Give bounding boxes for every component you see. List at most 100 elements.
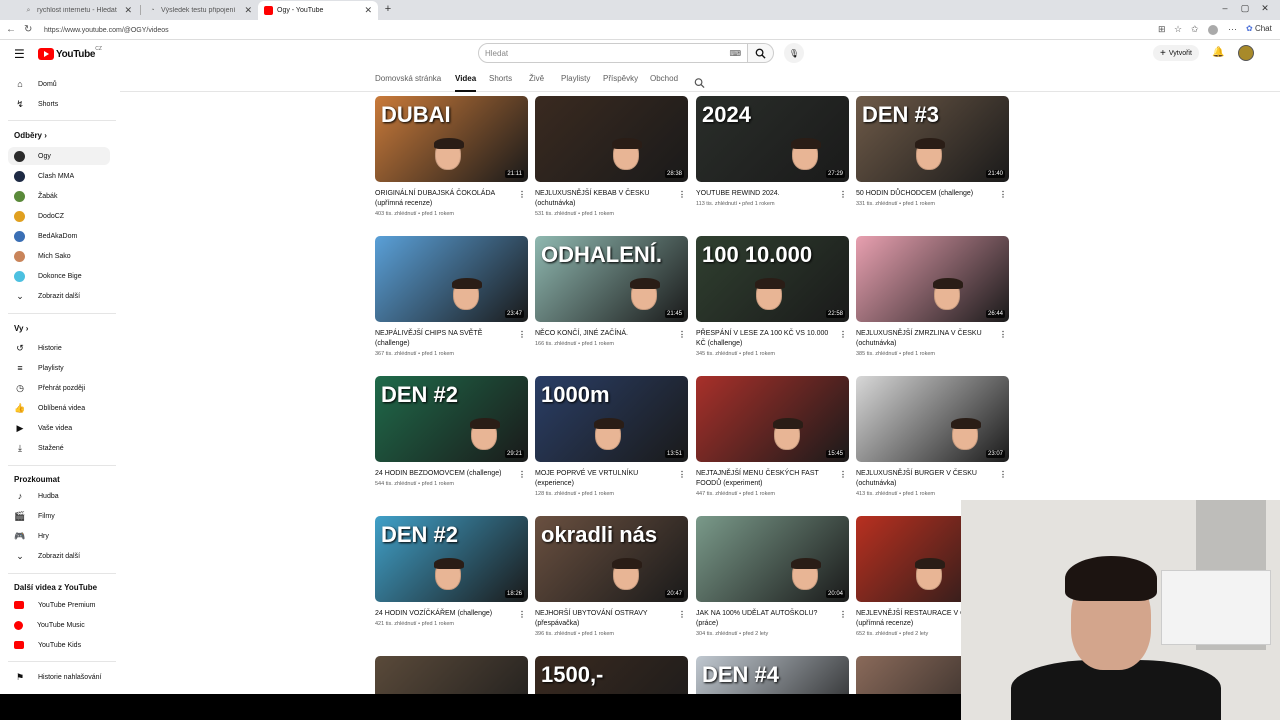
- menu-icon[interactable]: ☰: [14, 48, 25, 60]
- chat-button[interactable]: ✿ Chat: [1246, 24, 1272, 33]
- video-title[interactable]: MOJE POPRVÉ VE VRTULNÍKU (experience): [535, 469, 688, 489]
- search-input[interactable]: Hledat ⌨: [478, 43, 748, 63]
- tab-store[interactable]: Obchod: [650, 74, 678, 92]
- video-title[interactable]: NEJTAJNĚJŠÍ MENU ČESKÝCH FAST FOODŮ (exp…: [696, 469, 849, 489]
- video-thumbnail[interactable]: 1000m 13:51: [535, 376, 688, 462]
- sidebar-channel-mich-sako[interactable]: Mich Sako: [8, 247, 110, 265]
- sidebar-item-watch-later[interactable]: ◷ Přehrát později: [8, 379, 110, 397]
- youtube-logo[interactable]: YouTube CZ: [38, 46, 102, 60]
- video-card[interactable]: 1000m 13:51 MOJE POPRVÉ VE VRTULNÍKU (expe…: [535, 376, 688, 497]
- sidebar-item-history[interactable]: ↺ Historie: [8, 339, 110, 357]
- video-thumbnail[interactable]: 20:04: [696, 516, 849, 602]
- apps-icon[interactable]: ⊞: [1158, 24, 1166, 35]
- video-thumbnail[interactable]: 2024 27:29: [696, 96, 849, 182]
- more-actions-icon[interactable]: ⋮: [839, 470, 847, 479]
- channel-search-icon[interactable]: [694, 74, 705, 92]
- sidebar-item-gaming[interactable]: 🎮 Hry: [8, 527, 110, 545]
- sidebar-item-home[interactable]: ⌂ Domů: [8, 75, 110, 93]
- video-card[interactable]: 1500,-: [535, 656, 688, 694]
- avatar[interactable]: [1238, 45, 1254, 61]
- more-actions-icon[interactable]: ⋮: [518, 190, 526, 199]
- video-thumbnail[interactable]: ODHALENÍ. 21:45: [535, 236, 688, 322]
- profile-icon[interactable]: [1208, 25, 1218, 35]
- more-actions-icon[interactable]: ⋮: [678, 330, 686, 339]
- maximize-icon[interactable]: ▢: [1238, 3, 1252, 14]
- you-heading[interactable]: Vy ›: [14, 324, 28, 333]
- more-actions-icon[interactable]: ⋮: [678, 610, 686, 619]
- video-title[interactable]: YOUTUBE REWIND 2024.: [696, 189, 849, 199]
- close-window-icon[interactable]: ✕: [1258, 3, 1272, 14]
- video-card[interactable]: 26:44 NEJLUXUSNĚJŠÍ ZMRZLINA V ČESKU (och…: [856, 236, 1009, 357]
- video-title[interactable]: PŘESPÁNÍ V LESE ZA 100 KČ VS 10.000 KČ (…: [696, 329, 849, 349]
- video-thumbnail[interactable]: okradli nás 20:47: [535, 516, 688, 602]
- tab-playlists[interactable]: Playlisty: [561, 74, 590, 92]
- voice-search-button[interactable]: 🎙: [784, 43, 804, 63]
- video-card[interactable]: ODHALENÍ. 21:45 NĚCO KONČÍ, JINÉ ZAČÍNÁ. 16…: [535, 236, 688, 347]
- more-actions-icon[interactable]: ⋮: [518, 470, 526, 479]
- video-title[interactable]: 24 HODIN VOZÍČKÁŘEM (challenge): [375, 609, 528, 619]
- video-card[interactable]: DEN #3 21:40 50 HODIN DŮCHODCEM (challenge…: [856, 96, 1009, 207]
- video-card[interactable]: [375, 656, 528, 694]
- reload-icon[interactable]: ↻: [24, 24, 32, 35]
- sidebar-channel-dodocz[interactable]: DodoCZ: [8, 207, 110, 225]
- minimize-icon[interactable]: –: [1218, 3, 1232, 13]
- video-thumbnail[interactable]: [375, 656, 528, 694]
- video-title[interactable]: NEJLUXUSNĚJŠÍ BURGER V ČESKU (ochutnávka…: [856, 469, 1009, 489]
- more-icon[interactable]: ⋯: [1228, 24, 1237, 35]
- video-title[interactable]: NEJHORŠÍ UBYTOVÁNÍ OSTRAVY (přespávačka): [535, 609, 688, 629]
- video-card[interactable]: DEN #4: [696, 656, 849, 694]
- video-card[interactable]: 15:45 NEJTAJNĚJŠÍ MENU ČESKÝCH FAST FOODŮ…: [696, 376, 849, 497]
- sidebar-item-playlists[interactable]: ≡ Playlisty: [8, 359, 110, 377]
- sidebar-channel-bedakadom[interactable]: BedAkaDom: [8, 227, 110, 245]
- video-title[interactable]: NEJLUXUSNĚJŠÍ KEBAB V ČESKU (ochutnávka): [535, 189, 688, 209]
- video-title[interactable]: NEJPÁLIVĚJŠÍ CHIPS NA SVĚTĚ (challenge): [375, 329, 528, 349]
- video-card[interactable]: 100 10.000 22:58 PŘESPÁNÍ V LESE ZA 100 KČ…: [696, 236, 849, 357]
- video-title[interactable]: ORIGINÁLNÍ DUBAJSKÁ ČOKOLÁDA (upřímná re…: [375, 189, 528, 209]
- notifications-icon[interactable]: 🔔: [1212, 47, 1224, 58]
- video-thumbnail[interactable]: 26:44: [856, 236, 1009, 322]
- favorites-icon[interactable]: ✩: [1191, 24, 1199, 35]
- more-actions-icon[interactable]: ⋮: [678, 190, 686, 199]
- video-title[interactable]: NĚCO KONČÍ, JINÉ ZAČÍNÁ.: [535, 329, 688, 339]
- more-actions-icon[interactable]: ⋮: [518, 330, 526, 339]
- tab-shorts[interactable]: Shorts: [489, 74, 512, 92]
- browser-tab-speedtest[interactable]: ◔ Výsledek testu připojení ✕: [142, 1, 258, 20]
- video-card[interactable]: 23:07 NEJLUXUSNĚJŠÍ BURGER V ČESKU (ochut…: [856, 376, 1009, 497]
- video-title[interactable]: 24 HODIN BEZDOMOVCEM (challenge): [375, 469, 528, 479]
- tab-home[interactable]: Domovská stránka: [375, 74, 441, 92]
- sidebar-channel-ogy[interactable]: Ogy: [8, 147, 110, 165]
- keyboard-icon[interactable]: ⌨: [729, 49, 741, 58]
- video-thumbnail[interactable]: DEN #4: [696, 656, 849, 694]
- more-actions-icon[interactable]: ⋮: [839, 330, 847, 339]
- video-card[interactable]: DEN #2 18:26 24 HODIN VOZÍČKÁŘEM (challeng…: [375, 516, 528, 627]
- video-thumbnail[interactable]: 23:47: [375, 236, 528, 322]
- video-title[interactable]: 50 HODIN DŮCHODCEM (challenge): [856, 189, 1009, 199]
- sidebar-item-youtube-kids[interactable]: YouTube Kids: [8, 636, 110, 654]
- sidebar-item-movies[interactable]: 🎬 Filmy: [8, 507, 110, 525]
- show-more-explore[interactable]: ⌄ Zobrazit další: [8, 547, 110, 565]
- close-tab-icon[interactable]: ✕: [124, 5, 132, 16]
- video-card[interactable]: DEN #2 29:21 24 HODIN BEZDOMOVCEM (challen…: [375, 376, 528, 487]
- video-title[interactable]: NEJLUXUSNĚJŠÍ ZMRZLINA V ČESKU (ochutnáv…: [856, 329, 1009, 349]
- video-card[interactable]: 20:04 JAK NA 100% UDĚLAT AUTOŠKOLU? (prác…: [696, 516, 849, 637]
- sidebar-item-report-history[interactable]: ⚑ Historie nahlašování: [8, 668, 110, 686]
- video-card[interactable]: 2024 27:29 YOUTUBE REWIND 2024. 113 tis. zh…: [696, 96, 849, 207]
- video-thumbnail[interactable]: 23:07: [856, 376, 1009, 462]
- sidebar-item-liked[interactable]: 👍 Oblíbená videa: [8, 399, 110, 417]
- video-card[interactable]: DUBAI 21:11 ORIGINÁLNÍ DUBAJSKÁ ČOKOLÁDA (…: [375, 96, 528, 217]
- tab-videos[interactable]: Videa: [455, 74, 477, 92]
- more-actions-icon[interactable]: ⋮: [839, 190, 847, 199]
- favorite-star-icon[interactable]: ☆: [1174, 24, 1182, 35]
- tab-posts[interactable]: Příspěvky: [603, 74, 638, 92]
- video-thumbnail[interactable]: 28:38: [535, 96, 688, 182]
- sidebar-item-music[interactable]: ♪ Hudba: [8, 487, 110, 505]
- video-card[interactable]: 23:47 NEJPÁLIVĚJŠÍ CHIPS NA SVĚTĚ (challe…: [375, 236, 528, 357]
- url-field[interactable]: https://www.youtube.com/@OGY/videos: [44, 23, 1144, 37]
- video-thumbnail[interactable]: DEN #2 29:21: [375, 376, 528, 462]
- search-button[interactable]: [748, 43, 774, 63]
- more-actions-icon[interactable]: ⋮: [839, 610, 847, 619]
- more-actions-icon[interactable]: ⋮: [518, 610, 526, 619]
- video-thumbnail[interactable]: 1500,-: [535, 656, 688, 694]
- sidebar-item-shorts[interactable]: ↯ Shorts: [8, 95, 110, 113]
- video-thumbnail[interactable]: DEN #3 21:40: [856, 96, 1009, 182]
